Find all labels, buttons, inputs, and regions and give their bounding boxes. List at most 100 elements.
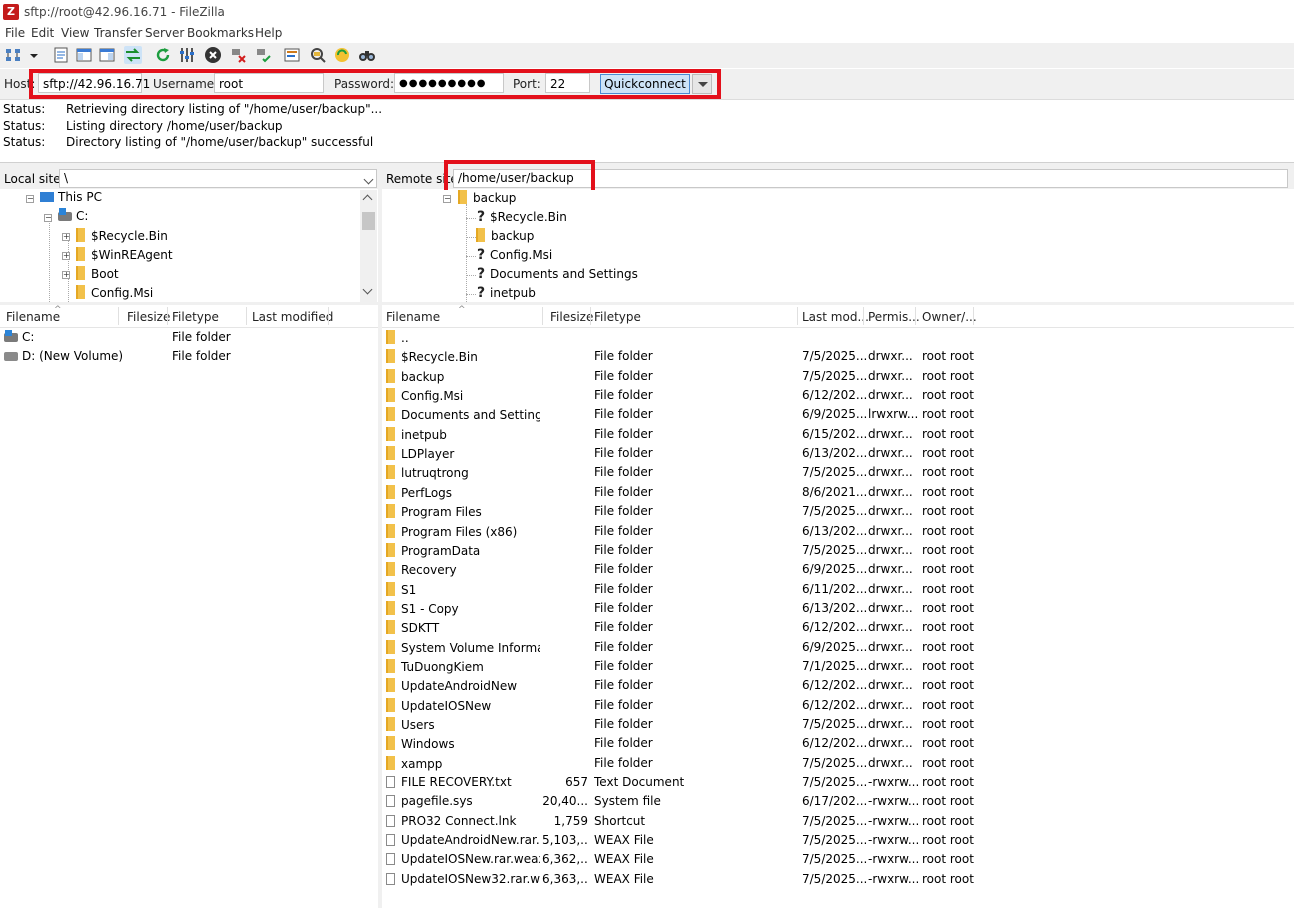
disconnect-icon[interactable] [229, 46, 247, 64]
tree-item[interactable]: Config.Msi [76, 285, 153, 302]
local-tree-scrollbar[interactable] [360, 190, 377, 302]
menu-edit[interactable]: Edit [31, 26, 54, 40]
file-owner: root root [922, 775, 974, 790]
toggle-remote-tree-icon[interactable] [98, 46, 116, 64]
tree-item[interactable]: $Recycle.Bin [76, 228, 168, 247]
chevron-up-icon[interactable] [362, 194, 373, 205]
chevron-down-icon[interactable] [362, 284, 373, 295]
menu-file[interactable]: File [5, 26, 25, 40]
table-row[interactable]: .. [382, 328, 1294, 347]
menu-transfer[interactable]: Transfer [94, 26, 142, 40]
tree-item-c-drive[interactable]: C: [58, 208, 88, 228]
menu-help[interactable]: Help [255, 26, 282, 40]
column-filetype[interactable]: Filetype [594, 310, 641, 324]
column-permissions[interactable]: Permis... [868, 310, 920, 324]
menu-server[interactable]: Server [145, 26, 184, 40]
dropdown-arrow-icon[interactable] [25, 46, 38, 64]
table-row[interactable]: LDPlayer File folder 6/13/202... drwxr... ro… [382, 444, 1294, 463]
expand-icon[interactable]: + [62, 271, 70, 279]
table-row[interactable]: UpdateAndroidNew File folder 6/12/202... dr… [382, 676, 1294, 695]
column-filetype[interactable]: Filetype [172, 310, 219, 324]
reconnect-icon[interactable] [254, 46, 272, 64]
table-row[interactable]: UpdateIOSNew32.rar.we...6,363,... WEAX Fi… [382, 870, 1294, 889]
table-row[interactable]: System Volume Informa... File folder 6/9/2… [382, 638, 1294, 657]
table-row[interactable]: pagefile.sys 20,40... System file 6/17/202.… [382, 792, 1294, 811]
table-row[interactable]: ProgramData File folder 7/5/2025... drwxr..… [382, 541, 1294, 560]
tree-item[interactable]: ? Config.Msi [476, 247, 552, 266]
toggle-message-log-icon[interactable] [52, 46, 70, 64]
table-row[interactable]: UpdateIOSNew File folder 6/12/202... drwxr.… [382, 696, 1294, 715]
sync-browse-icon[interactable] [333, 46, 351, 64]
column-filesize[interactable]: Filesize [127, 310, 170, 324]
table-row[interactable]: xampp File folder 7/5/2025... drwxr... root … [382, 754, 1294, 773]
menu-bookmarks[interactable]: Bookmarks [187, 26, 254, 40]
refresh-icon[interactable] [154, 46, 172, 64]
table-row[interactable]: Program Files (x86) File folder 6/13/202..… [382, 522, 1294, 541]
column-filename[interactable]: Filename [6, 310, 60, 324]
expand-icon[interactable]: + [62, 233, 70, 241]
column-last-modified[interactable]: Last modified [252, 310, 333, 324]
scrollbar-thumb[interactable] [362, 212, 375, 230]
table-row[interactable]: Program Files File folder 7/5/2025... drwxr… [382, 502, 1294, 521]
column-filesize[interactable]: Filesize [550, 310, 593, 324]
site-manager-icon[interactable] [4, 46, 22, 64]
file-size: 5,103,... [542, 833, 588, 848]
menu-view[interactable]: View [61, 26, 89, 40]
table-row[interactable]: Config.Msi File folder 6/12/202... drwxr...… [382, 386, 1294, 405]
table-row[interactable]: lutruqtrong File folder 7/5/2025... drwxr..… [382, 463, 1294, 482]
tree-item[interactable]: ? $Recycle.Bin [476, 209, 567, 228]
toggle-local-tree-icon[interactable] [75, 46, 93, 64]
table-row[interactable]: PerfLogs File folder 8/6/2021... drwxr... ro… [382, 483, 1294, 502]
file-owner: root root [922, 465, 974, 480]
table-row[interactable]: Users File folder 7/5/2025... drwxr... root … [382, 715, 1294, 734]
file-name: S1 - Copy [386, 600, 540, 616]
tree-item[interactable]: ? Documents and Settings [476, 266, 638, 285]
collapse-icon[interactable]: − [26, 195, 34, 203]
file-name-text: Recovery [401, 563, 457, 578]
file-owner: root root [922, 794, 974, 809]
list-item[interactable]: D: (New Volume) File folder [0, 347, 378, 366]
directory-compare-icon[interactable] [283, 46, 301, 64]
file-last-modified: 7/5/2025... [802, 852, 868, 867]
file-name: Windows [386, 736, 540, 751]
toggle-transfer-queue-icon[interactable] [124, 46, 142, 64]
column-owner-group[interactable]: Owner/... [922, 310, 977, 324]
search-icon[interactable] [358, 46, 376, 64]
table-row[interactable]: S1 - Copy File folder 6/13/202... drwxr... r… [382, 599, 1294, 618]
table-row[interactable]: S1 File folder 6/11/202... drwxr... root roo… [382, 580, 1294, 599]
local-site-path-input[interactable]: \ [59, 169, 377, 188]
tree-item-this-pc[interactable]: This PC [40, 190, 102, 209]
cancel-icon[interactable] [204, 46, 222, 64]
table-row[interactable]: Windows File folder 6/12/202... drwxr... roo… [382, 734, 1294, 753]
tree-item[interactable]: ? inetpub [476, 285, 536, 302]
table-row[interactable]: Recovery File folder 6/9/2025... drwxr... ro… [382, 560, 1294, 579]
tree-item[interactable]: $WinREAgent [76, 247, 173, 266]
table-row[interactable]: backup File folder 7/5/2025... drwxr... root… [382, 367, 1294, 386]
table-row[interactable]: SDKTT File folder 6/12/202... drwxr... root … [382, 618, 1294, 637]
list-item[interactable]: C: File folder [0, 328, 378, 347]
table-row[interactable]: inetpub File folder 6/15/202... drwxr... roo… [382, 425, 1294, 444]
tree-item-label: $Recycle.Bin [91, 229, 168, 243]
tree-item[interactable]: backup [476, 228, 534, 247]
collapse-icon[interactable]: − [443, 195, 451, 203]
chevron-down-icon[interactable] [363, 174, 374, 185]
table-row[interactable]: FILE RECOVERY.txt 657 Text Document 7/5/202… [382, 773, 1294, 792]
collapse-icon[interactable]: − [44, 214, 52, 222]
table-row[interactable]: UpdateAndroidNew.rar.... 5,103,... WEAX Fi… [382, 831, 1294, 850]
table-row[interactable]: $Recycle.Bin File folder 7/5/2025... drwxr.… [382, 347, 1294, 366]
file-name: UpdateAndroidNew.rar.... [386, 833, 540, 847]
filter-icon[interactable] [309, 46, 327, 64]
table-row[interactable]: PRO32 Connect.lnk 1,759 Shortcut 7/5/2025..… [382, 812, 1294, 831]
column-last-modified[interactable]: Last mod... [802, 310, 869, 324]
tree-item[interactable]: Boot [76, 266, 119, 285]
file-owner: root root [922, 562, 974, 577]
table-row[interactable]: UpdateIOSNew.rar.weax 6,362,... WEAX File 7… [382, 850, 1294, 869]
tree-item-backup[interactable]: backup [458, 190, 516, 209]
process-queue-icon[interactable] [178, 46, 196, 64]
expand-icon[interactable]: + [62, 252, 70, 260]
table-row[interactable]: TuDuongKiem File folder 7/1/2025... drwxr..… [382, 657, 1294, 676]
table-row[interactable]: Documents and Settings File folder 6/9/202… [382, 405, 1294, 424]
file-last-modified: 8/6/2021... [802, 484, 868, 499]
file-name: .. [386, 330, 540, 345]
column-filename[interactable]: Filename [386, 310, 440, 324]
